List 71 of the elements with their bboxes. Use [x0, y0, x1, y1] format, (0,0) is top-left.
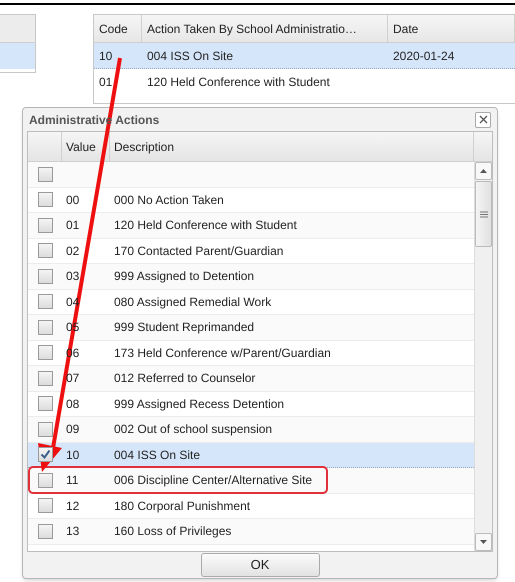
checkbox[interactable] — [38, 320, 52, 335]
checkbox[interactable] — [38, 472, 52, 488]
table-cell-text: 120 Held Conference with Student — [146, 74, 331, 90]
checkbox[interactable] — [38, 243, 52, 258]
table-row[interactable]: 10 004 ISS On Site 2020-01-24 — [94, 43, 515, 69]
side-panel — [0, 14, 36, 73]
table-cell-text: 004 ISS On Site — [146, 48, 234, 64]
list-row[interactable]: 00 000 No Action Taken — [28, 188, 474, 213]
ok-button[interactable]: OK — [200, 553, 320, 577]
description-cell-text: 999 Assigned to Detention — [113, 268, 256, 286]
checkbox[interactable] — [38, 166, 52, 182]
description-cell-text: 004 ISS On Site — [113, 446, 202, 464]
value-cell: 09 — [66, 422, 80, 436]
table-cell-text: 2020-01-24 — [392, 48, 456, 64]
value-cell: 10 — [66, 448, 80, 462]
close-icon — [478, 115, 488, 124]
description-cell-text: 173 Held Conference w/Parent/Guardian — [113, 344, 332, 362]
checkbox[interactable] — [38, 370, 52, 386]
description-cell-text: 002 Out of school suspension — [113, 421, 274, 438]
list-row[interactable]: 07 012 Referred to Counselor — [28, 366, 474, 392]
table-cell-text: 01 — [98, 74, 114, 90]
column-header[interactable]: Value — [62, 132, 110, 161]
checkmark-icon — [40, 449, 50, 460]
value-cell: 03 — [66, 269, 80, 284]
list-row[interactable]: 02 170 Contacted Parent/Guardian — [28, 238, 474, 264]
description-cell-text: 012 Referred to Counselor — [113, 370, 256, 388]
close-button[interactable] — [475, 112, 491, 128]
up-arrow-icon — [480, 169, 487, 173]
checkbox[interactable] — [38, 192, 52, 208]
description-cell-text: 170 Contacted Parent/Guardian — [113, 242, 284, 260]
value-cell: 07 — [66, 371, 80, 386]
list-row[interactable]: 03 999 Assigned to Detention — [28, 264, 474, 290]
checkbox[interactable] — [38, 498, 52, 514]
value-cell: 08 — [66, 396, 80, 411]
column-header[interactable]: Date — [388, 15, 515, 42]
list-row[interactable]: 10 004 ISS On Site — [28, 442, 474, 468]
checkbox[interactable] — [38, 396, 52, 412]
value-cell: 12 — [66, 498, 80, 513]
list-row[interactable]: 11 006 Discipline Center/Alternative Site — [28, 468, 474, 494]
description-cell-text: 000 No Action Taken — [113, 192, 225, 209]
checkbox[interactable] — [38, 422, 52, 437]
checkbox[interactable] — [38, 524, 52, 539]
description-cell-text: 160 Loss of Privileges — [113, 523, 232, 540]
description-cell-text: 006 Discipline Center/Alternative Site — [113, 472, 314, 490]
table-cell-text: 10 — [98, 48, 114, 64]
value-cell: 11 — [66, 473, 78, 488]
description-cell-text: 120 Held Conference with Student — [113, 217, 298, 234]
down-arrow-icon — [480, 540, 487, 544]
list-row[interactable]: 13 160 Loss of Privileges — [28, 519, 474, 544]
checkbox[interactable] — [38, 345, 52, 360]
description-cell-text: 999 Student Reprimanded — [113, 319, 256, 336]
checkbox[interactable] — [38, 218, 52, 233]
checkbox[interactable] — [38, 294, 52, 310]
list-row[interactable]: 12 180 Corporal Punishment — [28, 494, 474, 519]
scrollbar[interactable] — [474, 162, 492, 551]
value-cell: 13 — [66, 524, 80, 538]
list-row[interactable]: 09 002 Out of school suspension — [28, 417, 474, 442]
grip-icon — [480, 210, 488, 218]
value-cell: 02 — [66, 244, 80, 258]
list-row[interactable]: 01 120 Held Conference with Student — [28, 213, 474, 238]
description-cell-text: 180 Corporal Punishment — [113, 498, 252, 515]
column-header[interactable]: Description — [110, 132, 474, 161]
column-header[interactable]: Action Taken By School Administratio… — [142, 15, 388, 42]
checkbox[interactable] — [38, 268, 52, 284]
column-header[interactable]: Code — [94, 15, 142, 42]
value-cell: 00 — [66, 192, 80, 207]
list-row[interactable]: 08 999 Assigned Recess Detention — [28, 392, 474, 417]
description-cell-text: 080 Assigned Remedial Work — [113, 294, 272, 311]
value-cell: 01 — [66, 218, 80, 232]
checkbox[interactable] — [38, 447, 52, 462]
description-cell-text: 999 Assigned Recess Detention — [113, 396, 286, 413]
